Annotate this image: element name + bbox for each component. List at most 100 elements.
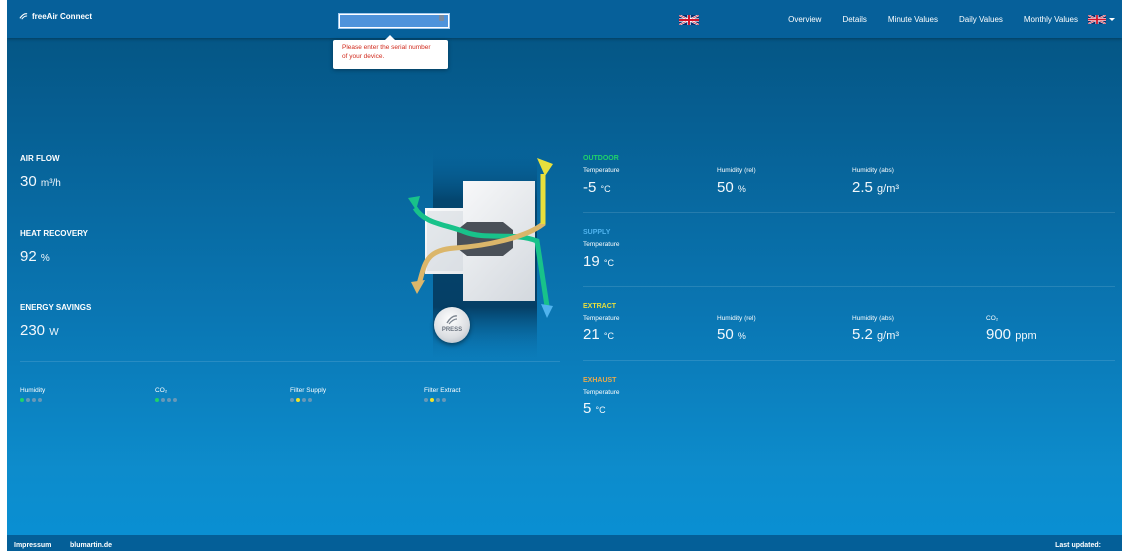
brand-link[interactable]: freeAir Connect [19,12,92,21]
outdoor-divider [583,212,1115,213]
extract-temp-number: 21 [583,326,600,343]
energy-savings-label: ENERGY SAVINGS [20,303,92,312]
exhaust-temp-unit: °C [595,405,606,415]
status-filter-supply: Filter Supply [290,387,326,402]
extract-hum-rel-unit: % [737,331,746,341]
nav-daily-values[interactable]: Daily Values [959,15,1003,24]
status-filter-supply-label: Filter Supply [290,387,327,394]
extract-temp-unit: °C [603,331,614,341]
outdoor-hum-abs-label: Humidity (abs) [852,167,894,174]
extract-hum-rel-value: 50 % [717,326,746,343]
status-humidity-label: Humidity [20,387,46,394]
outdoor-title: OUTDOOR [583,155,619,162]
air-flow-number: 30 [20,173,37,190]
nav-minute-values[interactable]: Minute Values [888,15,938,24]
serial-submit-button[interactable] [439,15,444,21]
freeair-logo-icon [446,315,458,325]
top-navbar: freeAir Connect Overview Details Minute … [7,0,1122,38]
outdoor-temp-label: Temperature [583,167,620,174]
extract-co2-number: 900 [986,326,1012,343]
language-dropdown[interactable] [1088,15,1115,24]
status-filter-extract: Filter Extract [424,387,460,402]
serial-validation-tooltip: Please enter the serial number of your d… [333,35,448,69]
extract-co2-value: 900 ppm [986,326,1037,343]
extract-temp-label: Temperature [583,315,620,322]
supply-temp-value: 19 °C [583,253,614,270]
air-flow-value: 30 m³/h [20,173,61,190]
status-humidity: Humidity [20,387,45,402]
tooltip-line-2: of your device. [342,53,385,60]
status-co2-label: CO₂ [155,387,168,394]
heat-recovery-number: 92 [20,248,37,265]
status-co2-dots [155,398,177,402]
extract-hum-abs-value: 5.2 g/m³ [852,326,899,343]
air-flow-unit: m³/h [40,178,61,189]
heat-recovery-unit: % [40,253,50,264]
exhaust-temp-value: 5 °C [583,400,606,417]
heat-recovery-metric: HEAT RECOVERY 92 % [20,229,88,265]
nav-details[interactable]: Details [842,15,866,24]
blumartin-link[interactable]: blumartin.de [70,542,112,549]
air-flow-label: AIR FLOW [20,154,60,163]
supply-divider [583,286,1115,287]
extract-hum-rel-label: Humidity (rel) [717,315,756,322]
exhaust-temp-label: Temperature [583,389,620,396]
extract-co2-unit: ppm [1015,330,1037,342]
outdoor-hum-rel-value: 50 % [717,179,746,196]
nav-overview[interactable]: Overview [788,15,821,24]
nav-monthly-values[interactable]: Monthly Values [1024,15,1078,24]
heat-exchanger-diagram [408,146,553,361]
impressum-link[interactable]: Impressum [14,542,51,549]
uk-flag-icon[interactable] [679,15,699,25]
press-button[interactable]: PRESS [434,307,470,343]
energy-savings-value: 230 W [20,322,91,339]
extract-hum-abs-unit: g/m³ [877,330,900,342]
status-co2: CO₂ [155,387,177,402]
outdoor-temp-unit: °C [600,184,611,194]
status-filter-extract-dots [424,398,460,402]
status-filter-extract-label: Filter Extract [424,387,461,394]
serial-number-input[interactable] [339,14,449,28]
outdoor-hum-rel-number: 50 [717,179,734,196]
supply-temp-label: Temperature [583,241,620,248]
outdoor-temp-number: -5 [583,179,597,196]
supply-temp-number: 19 [583,253,600,270]
heat-recovery-label: HEAT RECOVERY [20,229,89,238]
freeair-logo-icon [19,13,28,20]
extract-arrow-icon [537,158,553,176]
main-nav: Overview Details Minute Values Daily Val… [788,0,1078,38]
app-frame: freeAir Connect Overview Details Minute … [7,0,1122,551]
last-updated-label: Last updated: [1055,542,1101,549]
energy-savings-unit: W [49,327,59,338]
status-humidity-dots [20,398,45,402]
tooltip-line-1: Please enter the serial number [342,44,431,51]
extract-title: EXTRACT [583,303,617,310]
supply-title: SUPPLY [583,229,611,236]
outdoor-temp-value: -5 °C [583,179,611,196]
uk-flag-icon [1088,15,1106,24]
outdoor-hum-rel-unit: % [737,184,746,194]
exhaust-arrow-icon [411,280,425,294]
outdoor-hum-rel-label: Humidity (rel) [717,167,756,174]
status-filter-supply-dots [290,398,326,402]
extract-co2-label: CO₂ [986,315,999,322]
extract-divider [583,360,1115,361]
air-flow-metric: AIR FLOW 30 m³/h [20,154,61,190]
supply-arrow-icon [541,304,553,318]
exhaust-temp-number: 5 [583,400,592,417]
brand-name: freeAir Connect [32,12,93,21]
extract-hum-rel-number: 50 [717,326,734,343]
outdoor-hum-abs-number: 2.5 [852,179,873,196]
left-divider [20,361,560,362]
energy-savings-number: 230 [20,322,46,339]
exhaust-title: EXHAUST [583,377,617,384]
extract-hum-abs-label: Humidity (abs) [852,315,894,322]
supply-temp-unit: °C [603,258,614,268]
extract-temp-value: 21 °C [583,326,614,343]
press-button-label: PRESS [441,327,463,333]
page-footer: Impressum blumartin.de Last updated: [7,535,1122,551]
heat-recovery-value: 92 % [20,248,88,265]
outdoor-hum-abs-value: 2.5 g/m³ [852,179,899,196]
extract-hum-abs-number: 5.2 [852,326,873,343]
outdoor-hum-abs-unit: g/m³ [877,183,900,195]
